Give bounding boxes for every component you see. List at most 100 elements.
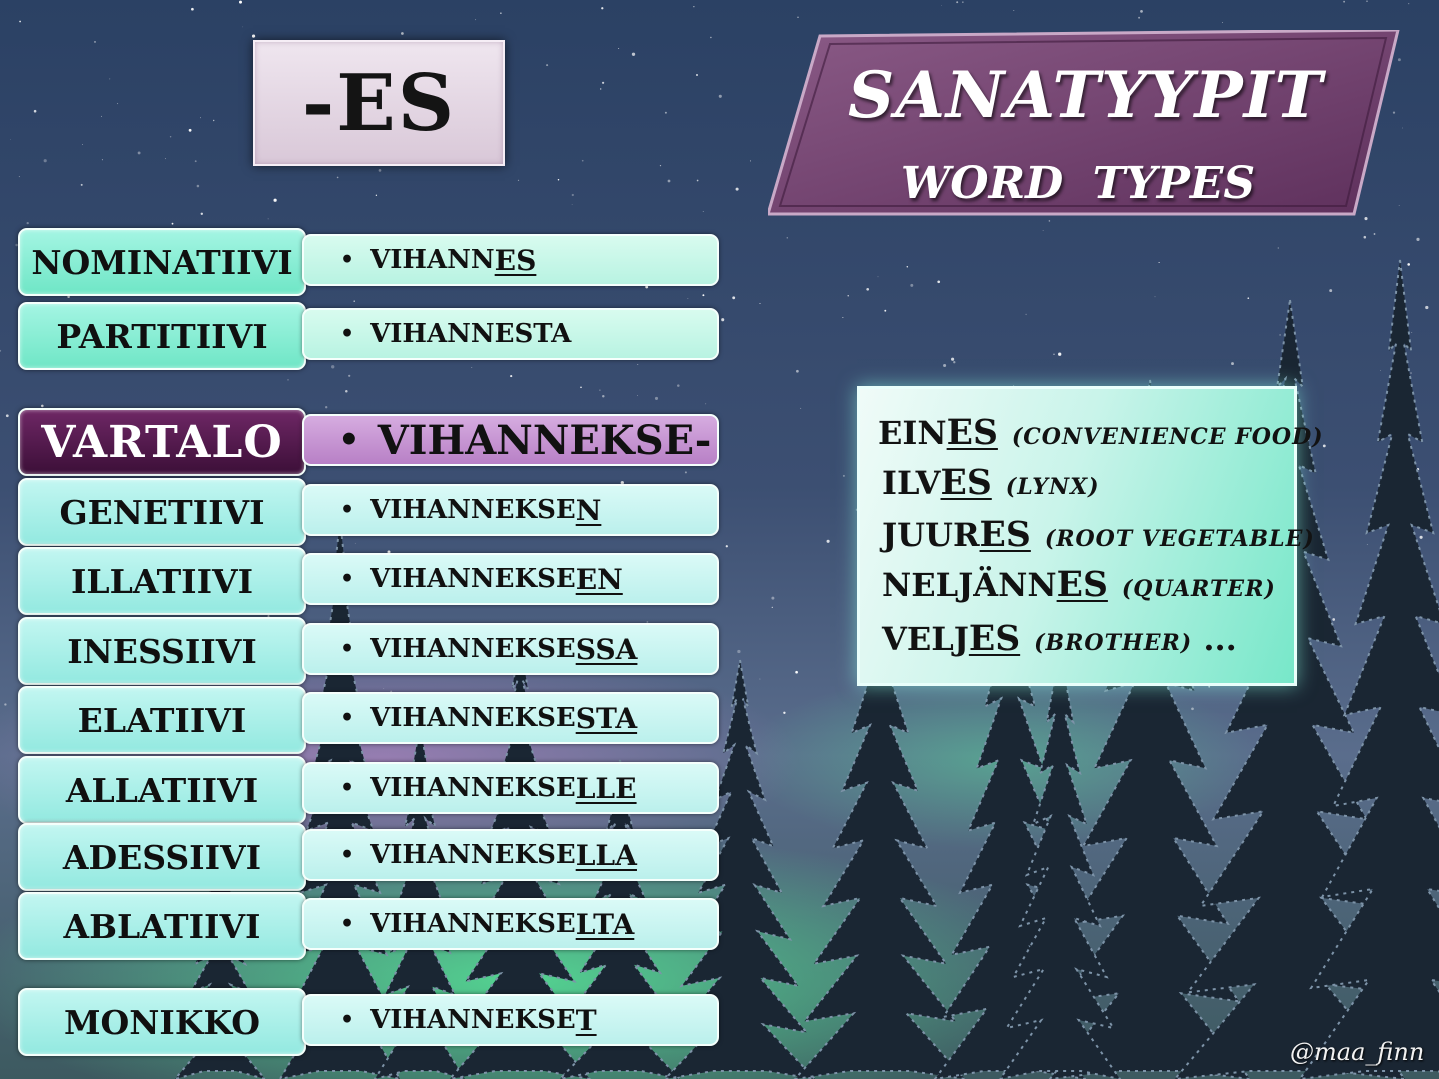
star (710, 36, 712, 39)
star (546, 64, 549, 67)
star (1158, 261, 1160, 264)
star (164, 158, 166, 160)
case-name: VARTALO (18, 408, 306, 476)
star (517, 179, 520, 182)
star (956, 1, 959, 4)
star (1231, 362, 1234, 366)
star (735, 187, 739, 191)
case-form: • VIHANNEKSE LLA (302, 829, 719, 881)
star (571, 193, 574, 197)
star (137, 151, 141, 155)
form-suffix: LLE (575, 771, 637, 805)
star (637, 364, 639, 366)
example-suffix: ES (946, 413, 998, 453)
case-name: ELATIIVI (18, 686, 306, 754)
star (557, 179, 560, 181)
star (1419, 535, 1423, 539)
star (1138, 16, 1141, 19)
star (580, 386, 582, 389)
star (1013, 10, 1015, 11)
form-stem: VIHANNEKSE (370, 634, 576, 664)
star (345, 390, 348, 393)
star (1053, 353, 1055, 355)
star (510, 375, 513, 378)
bullet-icon: • (340, 775, 355, 801)
bullet-icon: • (340, 911, 355, 937)
case-name: ILLATIIVI (18, 547, 306, 615)
example-suffix: ES (1056, 565, 1108, 605)
star (336, 176, 339, 179)
form-suffix: STA (575, 701, 638, 735)
star (1380, 370, 1382, 371)
case-form: • VIHANNEKSE- (302, 414, 719, 466)
star (877, 276, 879, 278)
star (654, 396, 659, 400)
form-suffix: LLA (575, 838, 637, 872)
title-banner: SANATYYPIT WORD TYPES (768, 30, 1404, 220)
star (749, 160, 751, 162)
example-word: EINES (CONVENIENCE FOOD) (878, 413, 1324, 453)
case-name: PARTITIIVI (18, 302, 306, 370)
example-stem: NELJÄNN (882, 566, 1057, 604)
star (842, 474, 845, 477)
star (43, 159, 47, 163)
example-translation: (CONVENIENCE FOOD) (1011, 424, 1324, 450)
star (1410, 372, 1412, 374)
example-ellipsis: ... (1192, 620, 1237, 658)
star (696, 179, 699, 182)
star (884, 309, 887, 312)
star (242, 26, 244, 28)
star (401, 32, 404, 35)
form-stem: VIHANNEKSE (370, 495, 576, 525)
star (1191, 707, 1194, 711)
star (94, 41, 96, 43)
example-stem: EIN (878, 414, 947, 452)
star (375, 194, 378, 196)
star (667, 179, 671, 183)
star (325, 406, 328, 409)
star (571, 204, 573, 205)
form-suffix: T (575, 1003, 597, 1037)
star (117, 103, 119, 105)
star (1408, 3, 1410, 5)
star (18, 176, 20, 178)
case-form: • VIHANN ES (302, 234, 719, 286)
bullet-icon: • (340, 247, 355, 273)
star (331, 365, 335, 369)
star (796, 369, 799, 373)
case-name: ABLATIIVI (18, 892, 306, 960)
star (702, 294, 705, 297)
star (759, 678, 761, 680)
star (200, 212, 203, 215)
star (33, 109, 37, 113)
ending-label-box: -ES (253, 40, 505, 166)
example-suffix: ES (979, 515, 1031, 555)
star (664, 111, 667, 114)
star (213, 119, 215, 122)
example-word: JUURES (ROOT VEGETABLE) (882, 515, 1315, 555)
case-form: • VIHANNEKSE T (302, 994, 719, 1046)
star (287, 379, 289, 381)
bullet-icon: • (340, 636, 355, 662)
star (1343, 0, 1345, 3)
star (267, 218, 269, 220)
case-name: NOMINATIIVI (18, 228, 306, 296)
star (1373, 233, 1376, 235)
star (273, 198, 277, 202)
star (943, 363, 947, 368)
star (171, 222, 174, 225)
form-stem: VIHANN (370, 245, 495, 275)
examples-box: EINES (CONVENIENCE FOOD) ILVES (LYNX) JUURES… (857, 386, 1323, 686)
star (1366, 543, 1368, 545)
ending-label: -ES (301, 57, 457, 149)
star (659, 164, 662, 167)
credit-handle: @maa_finn (1290, 1038, 1425, 1066)
example-word: NELJÄNNES (QUARTER) (882, 565, 1276, 605)
star (687, 298, 689, 299)
star (718, 94, 722, 98)
star (80, 183, 83, 186)
star (475, 19, 477, 21)
star (471, 367, 473, 368)
star (693, 6, 695, 8)
star (941, 5, 943, 6)
